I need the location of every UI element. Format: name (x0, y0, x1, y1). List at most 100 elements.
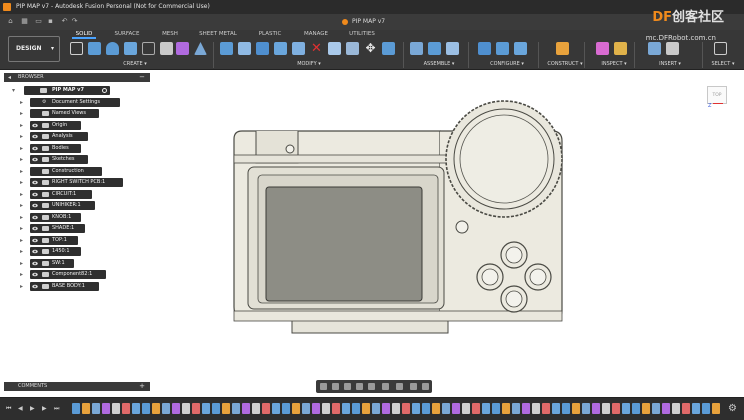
timeline-feature-icon[interactable] (362, 403, 370, 414)
timeline-feature-icon[interactable] (302, 403, 310, 414)
delete-icon[interactable]: ✕ (310, 42, 323, 55)
insert-derive-icon[interactable] (648, 42, 661, 55)
chevron-right-icon[interactable]: ▸ (20, 121, 26, 130)
eye-icon[interactable] (26, 88, 32, 93)
display-settings-icon[interactable] (382, 383, 389, 390)
measure-icon[interactable] (596, 42, 609, 55)
group-construct[interactable]: CONSTRUCT ▾ (542, 60, 588, 68)
pattern-icon[interactable] (160, 42, 173, 55)
orbit-icon[interactable] (320, 383, 327, 390)
timeline-feature-icon[interactable] (402, 403, 410, 414)
timeline-feature-icon[interactable] (182, 403, 190, 414)
timeline-feature-icon[interactable] (252, 403, 260, 414)
chevron-right-icon[interactable]: ▸ (20, 236, 26, 245)
eye-icon[interactable] (32, 203, 38, 208)
timeline-start-icon[interactable]: ⏮ (6, 406, 12, 412)
split-icon[interactable] (346, 42, 359, 55)
timeline-end-icon[interactable]: ⏭ (54, 406, 60, 412)
tab-sheet-metal[interactable]: SHEET METAL (196, 30, 240, 39)
timeline-feature-icon[interactable] (232, 403, 240, 414)
timeline-feature-icon[interactable] (292, 403, 300, 414)
home-icon[interactable]: ⌂ (6, 17, 15, 26)
pan-icon[interactable] (344, 383, 351, 390)
undo-icon[interactable]: ↶ (60, 17, 69, 26)
timeline-feature-icon[interactable] (622, 403, 630, 414)
timeline-feature-icon[interactable] (462, 403, 470, 414)
timeline-feature-icon[interactable] (422, 403, 430, 414)
timeline-feature-icon[interactable] (552, 403, 560, 414)
eye-icon[interactable] (32, 123, 38, 128)
timeline-feature-icon[interactable] (522, 403, 530, 414)
grid-icon[interactable]: ▦ (20, 17, 29, 26)
timeline-feature-icon[interactable] (532, 403, 540, 414)
form-icon[interactable] (176, 42, 189, 55)
timeline-feature-icon[interactable] (512, 403, 520, 414)
timeline-feature-icon[interactable] (682, 403, 690, 414)
timeline-feature-icon[interactable] (632, 403, 640, 414)
timeline-feature-icon[interactable] (692, 403, 700, 414)
save-icon[interactable]: ▪ (46, 17, 55, 26)
timeline-feature-icon[interactable] (272, 403, 280, 414)
tab-utilities[interactable]: UTILITIES (344, 30, 380, 39)
eye-icon[interactable] (32, 157, 38, 162)
chevron-right-icon[interactable]: ▸ (20, 190, 26, 199)
timeline-feature-icon[interactable] (222, 403, 230, 414)
timeline-feature-icon[interactable] (582, 403, 590, 414)
eye-icon[interactable] (32, 192, 38, 197)
chamfer-icon[interactable] (256, 42, 269, 55)
chevron-right-icon[interactable]: ▸ (20, 224, 26, 233)
timeline-feature-icon[interactable] (432, 403, 440, 414)
timeline-feature-icon[interactable] (712, 403, 720, 414)
eye-icon[interactable] (32, 272, 38, 277)
timeline-feature-icon[interactable] (392, 403, 400, 414)
tab-solid[interactable]: SOLID (72, 30, 96, 39)
timeline-feature-icon[interactable] (122, 403, 130, 414)
tab-surface[interactable]: SURFACE (112, 30, 142, 39)
tab-manage[interactable]: MANAGE (300, 30, 332, 39)
timeline-feature-icon[interactable] (542, 403, 550, 414)
timeline-feature-icon[interactable] (202, 403, 210, 414)
timeline-feature-icon[interactable] (72, 403, 80, 414)
timeline-feature-icon[interactable] (592, 403, 600, 414)
timeline-feature-icon[interactable] (412, 403, 420, 414)
timeline-feature-icon[interactable] (162, 403, 170, 414)
timeline-prev-icon[interactable]: ◀ (18, 406, 24, 412)
timeline-feature-icon[interactable] (312, 403, 320, 414)
timeline-next-icon[interactable]: ▶ (42, 406, 48, 412)
configure-theme-icon[interactable] (514, 42, 527, 55)
eye-icon[interactable] (32, 238, 38, 243)
timeline-feature-icon[interactable] (502, 403, 510, 414)
timeline-feature-icon[interactable] (212, 403, 220, 414)
eye-icon[interactable] (32, 180, 38, 185)
group-inspect[interactable]: INSPECT ▾ (592, 60, 636, 68)
chevron-right-icon[interactable]: ▸ (20, 132, 26, 141)
chevron-right-icon[interactable]: ▸ (20, 213, 26, 222)
gear-icon[interactable]: ⚙ (728, 404, 738, 414)
timeline-feature-icon[interactable] (482, 403, 490, 414)
chevron-right-icon[interactable]: ▸ (20, 144, 26, 153)
view-cube[interactable]: TOP (707, 86, 727, 104)
group-modify[interactable]: MODIFY ▾ (284, 60, 334, 68)
eye-icon[interactable] (32, 146, 38, 151)
timeline-feature-icon[interactable] (602, 403, 610, 414)
timeline-feature-icon[interactable] (102, 403, 110, 414)
timeline-feature-icon[interactable] (672, 403, 680, 414)
timeline-feature-icon[interactable] (342, 403, 350, 414)
timeline-feature-icon[interactable] (142, 403, 150, 414)
interference-icon[interactable] (614, 42, 627, 55)
chevron-down-icon[interactable]: ▾ (12, 86, 18, 95)
chevron-right-icon[interactable]: ▸ (20, 98, 26, 107)
collapse-icon[interactable]: ◂ (8, 73, 11, 82)
viewports-icon[interactable] (410, 383, 417, 390)
tab-plastic[interactable]: PLASTIC (256, 30, 284, 39)
zoom-icon[interactable] (356, 383, 363, 390)
timeline-play-icon[interactable]: ▶ (30, 406, 36, 412)
group-select[interactable]: SELECT ▾ (706, 60, 740, 68)
select-icon[interactable] (714, 42, 727, 55)
timeline-feature-icon[interactable] (442, 403, 450, 414)
look-at-icon[interactable] (332, 383, 339, 390)
eye-icon[interactable] (32, 249, 38, 254)
timeline-feature-icon[interactable] (372, 403, 380, 414)
timeline-feature-icon[interactable] (492, 403, 500, 414)
shell-icon[interactable] (274, 42, 287, 55)
